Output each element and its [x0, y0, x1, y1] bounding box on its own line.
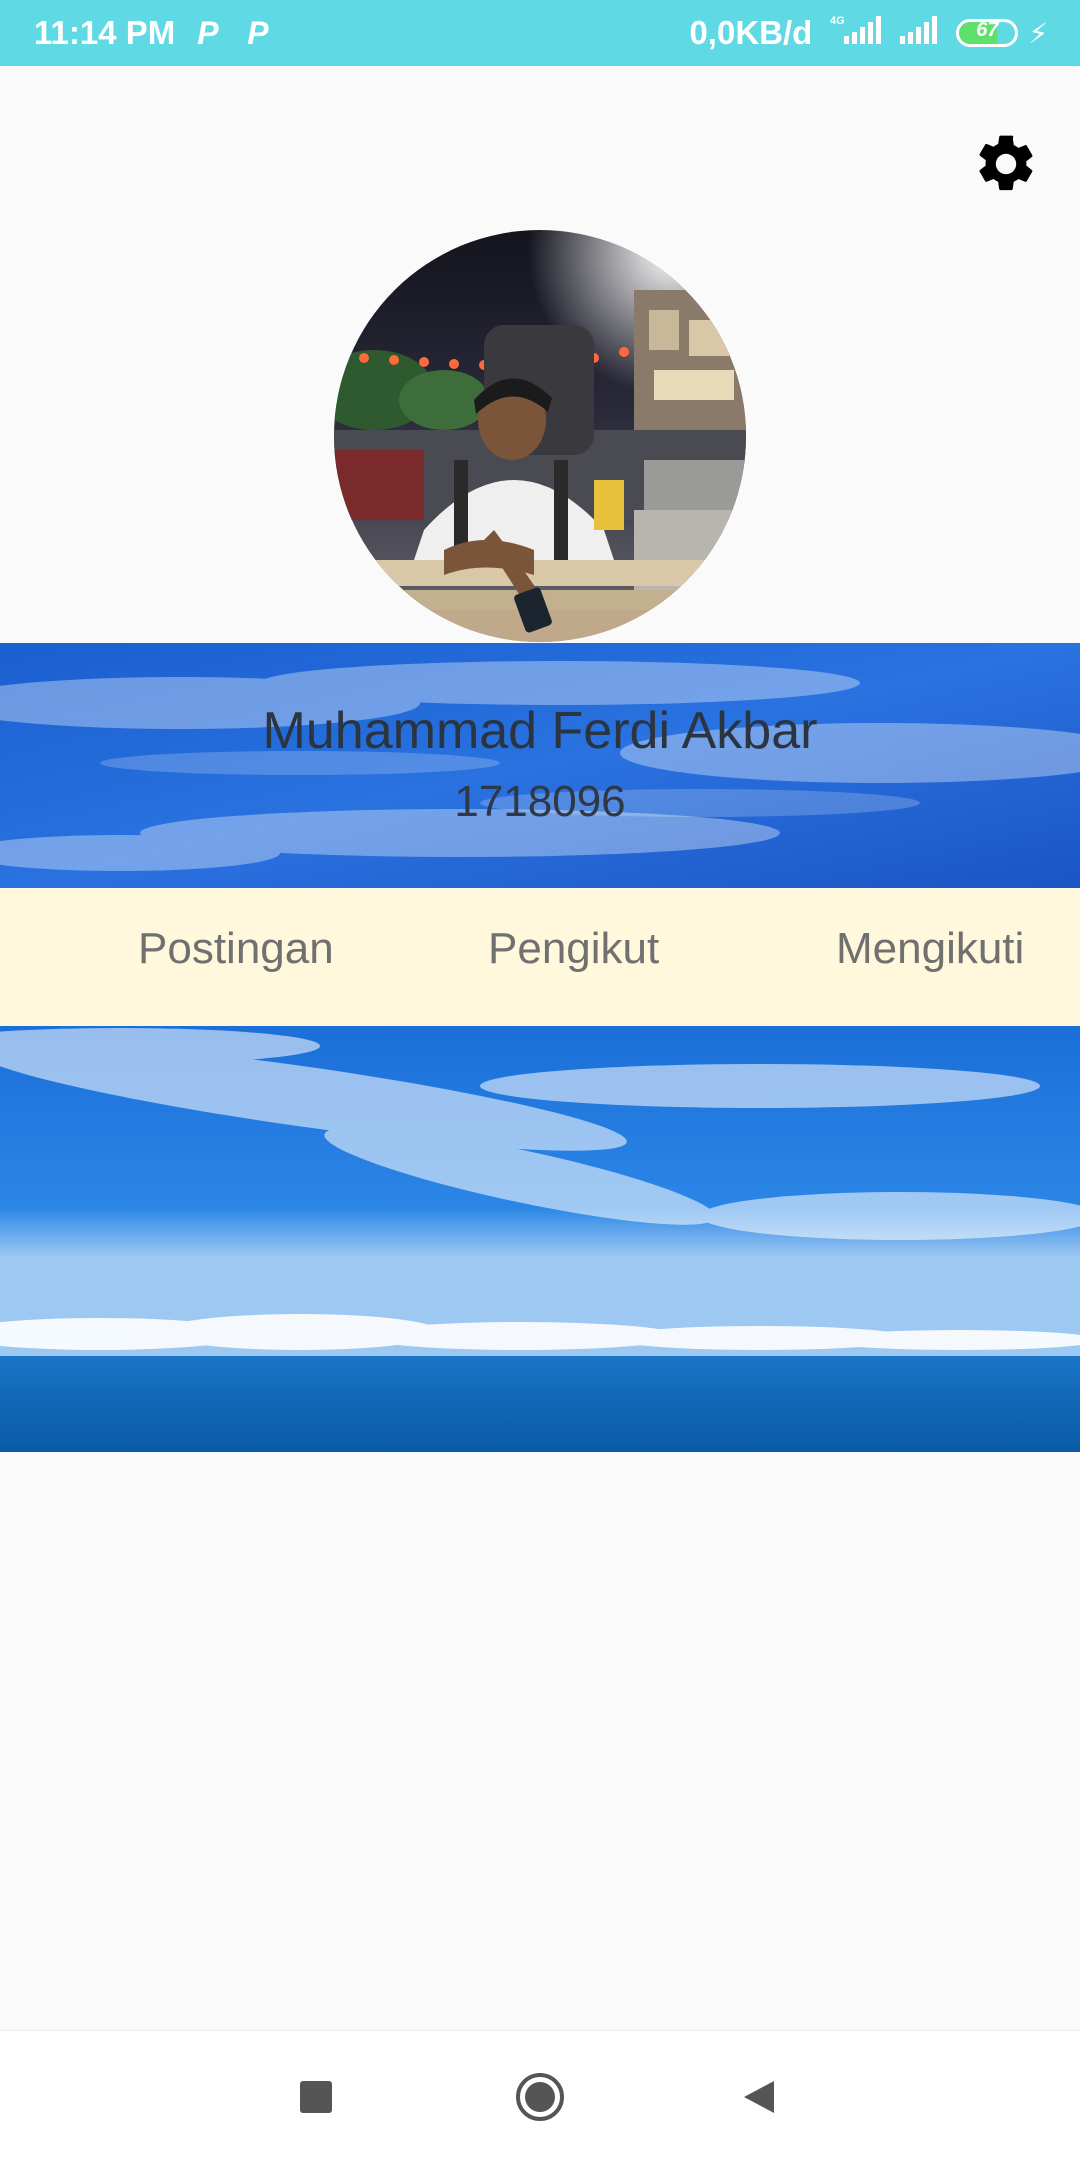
tab-posts[interactable]: Postingan: [138, 924, 334, 974]
signal-icon: [898, 12, 942, 54]
sky-background: [0, 643, 1080, 888]
status-bar: 11:14 PM P P 0,0KB/d 4G 67 ⚡: [0, 0, 1080, 66]
profile-name: Muhammad Ferdi Akbar: [262, 702, 818, 760]
profile-tabs: Postingan Pengikut Mengikuti: [0, 888, 1080, 1026]
profile-id: 1718096: [454, 777, 626, 826]
status-right: 0,0KB/d 4G 67 ⚡: [689, 12, 1048, 54]
data-speed: 0,0KB/d: [689, 14, 813, 51]
status-time: 11:14 PM: [34, 14, 176, 51]
tab-following[interactable]: Mengikuti: [836, 924, 1024, 974]
charging-icon: ⚡: [1028, 17, 1048, 49]
square-icon: [300, 2081, 332, 2113]
parking-notification-icon: P: [197, 15, 219, 51]
signal-4g-icon: 4G: [828, 12, 884, 54]
recent-apps-button[interactable]: [290, 2071, 342, 2123]
status-left: 11:14 PM P P: [34, 14, 275, 52]
network-type-label: 4G: [830, 15, 845, 27]
tab-followers[interactable]: Pengikut: [488, 924, 659, 974]
navigation-bar: [0, 2030, 1080, 2161]
home-button[interactable]: [514, 2071, 566, 2123]
avatar[interactable]: [334, 230, 746, 642]
settings-button[interactable]: [968, 126, 1044, 202]
gear-icon: [979, 135, 1033, 191]
profile-photo: [334, 230, 746, 642]
battery-icon: 67: [956, 19, 1019, 47]
circle-icon: [516, 2073, 564, 2121]
back-triangle-icon: [744, 2081, 774, 2113]
back-button[interactable]: [734, 2071, 786, 2123]
parking-notification-icon: P: [247, 15, 269, 51]
profile-header: Muhammad Ferdi Akbar 1718096: [0, 643, 1080, 888]
banner-image: [0, 1026, 1080, 1452]
battery-level: 67: [976, 19, 999, 41]
